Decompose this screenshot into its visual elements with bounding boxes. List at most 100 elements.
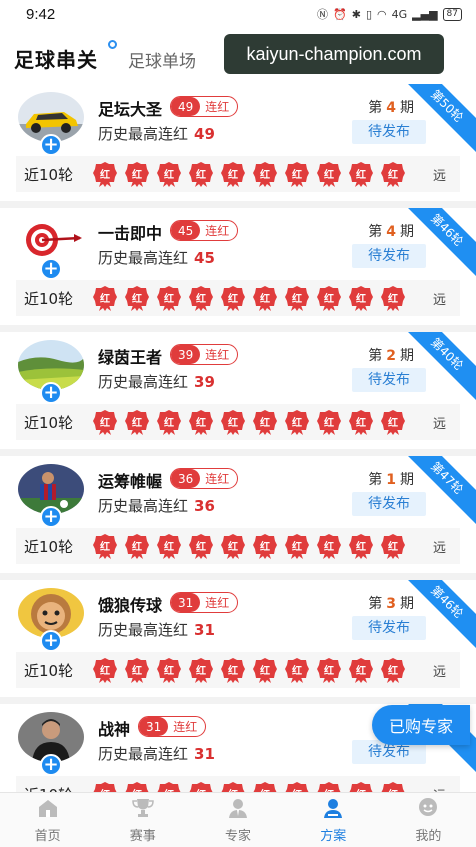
result-mark-label: 红 — [356, 418, 366, 429]
follow-button[interactable]: + — [40, 134, 62, 156]
result-mark-label: 红 — [292, 666, 302, 677]
result-mark-label: 红 — [100, 170, 110, 181]
result-mark-label: 红 — [356, 542, 366, 553]
streak-label: 连红 — [173, 720, 198, 734]
history-value: 31 — [194, 745, 215, 763]
expert-card[interactable]: + 一击即中 45 连红 历史最高连红 45 第 4 期待发布 第46轮 近10轮红红红红红红红红红… — [0, 208, 476, 325]
result-mark-label: 红 — [388, 418, 398, 429]
result-mark-label: 红 — [324, 170, 334, 181]
result-mark-label: 红 — [324, 666, 334, 677]
tab-expert[interactable]: 专家 — [190, 793, 285, 847]
result-mark-label: 红 — [132, 418, 142, 429]
result-mark: 红 — [348, 285, 374, 311]
expert-card[interactable]: + 饿狼传球 31 连红 历史最高连红 31 第 3 期待发布 第46轮 近10轮红红红红红红红红红… — [0, 580, 476, 697]
result-mark: 红 — [156, 781, 182, 792]
result-mark-label: 红 — [228, 294, 238, 305]
pending-status-button[interactable]: 待发布 — [352, 368, 426, 392]
recent-marks: 红红红红红红红红红红 — [92, 285, 406, 311]
expert-card[interactable]: + 运筹帷幄 36 连红 历史最高连红 36 第 1 期待发布 第47轮 近10轮红红红红红红红红红… — [0, 456, 476, 573]
expert-card[interactable]: + 绿茵王者 39 连红 历史最高连红 39 第 2 期待发布 第40轮 近10轮红红红红红红红红红… — [0, 332, 476, 449]
result-mark: 红 — [124, 409, 150, 435]
result-mark: 红 — [316, 161, 342, 187]
period: 第3期 — [368, 593, 414, 613]
follow-button[interactable]: + — [40, 258, 62, 280]
far-label[interactable]: 远 — [433, 785, 446, 793]
recent-marks: 红红红红红红红红红红 — [92, 533, 406, 559]
bluetooth-icon: ✱ — [351, 7, 361, 21]
far-label[interactable]: 远 — [433, 413, 446, 432]
tab-label: 方案 — [320, 828, 347, 844]
tab-single[interactable]: 足球单场 — [128, 47, 196, 72]
header: 足球串关 足球单场 kaiyun-champion.com — [0, 28, 476, 84]
result-mark: 红 — [284, 409, 310, 435]
far-label[interactable]: 远 — [433, 165, 446, 184]
result-mark-label: 红 — [164, 294, 174, 305]
result-mark: 红 — [188, 161, 214, 187]
far-label[interactable]: 远 — [433, 289, 446, 308]
pending-status-button[interactable]: 待发布 — [352, 616, 426, 640]
history-label: 历史最高连红 — [98, 497, 189, 515]
tab-parlay[interactable]: 足球串关 — [14, 44, 98, 73]
period: 第1期 — [368, 469, 414, 489]
period-suffix: 期 — [400, 472, 414, 488]
period-number: 4 — [386, 100, 396, 116]
follow-button[interactable]: + — [40, 506, 62, 528]
expert-card[interactable]: + 足坛大圣 49 连红 历史最高连红 49 第 4 期待发布 第50轮 近10轮红红红红红红红红红… — [0, 84, 476, 201]
result-mark: 红 — [252, 409, 278, 435]
result-mark: 红 — [380, 781, 406, 792]
far-label[interactable]: 远 — [433, 661, 446, 680]
follow-button[interactable]: + — [40, 754, 62, 776]
result-mark-label: 红 — [164, 418, 174, 429]
tab-trophy[interactable]: 赛事 — [95, 793, 190, 847]
pending-status-button[interactable]: 待发布 — [352, 120, 426, 144]
expert-name: 运筹帷幄 — [98, 472, 163, 491]
result-mark: 红 — [92, 161, 118, 187]
follow-button[interactable]: + — [40, 382, 62, 404]
recent-results-row: 近10轮 红 红 红 红 红 红 红 红 红 红 远 — [16, 528, 460, 564]
profile-icon — [416, 797, 440, 823]
expert-name: 战神 — [98, 720, 131, 739]
result-mark: 红 — [252, 533, 278, 559]
result-mark: 红 — [380, 409, 406, 435]
result-mark-label: 红 — [228, 542, 238, 553]
history-label: 历史最高连红 — [98, 621, 189, 639]
result-mark: 红 — [252, 657, 278, 683]
result-mark-label: 红 — [196, 170, 206, 181]
tab-profile[interactable]: 我的 — [381, 793, 476, 847]
pending-status-button[interactable]: 待发布 — [352, 492, 426, 516]
plan-icon — [321, 797, 345, 823]
streak-count: 31 — [171, 593, 201, 612]
result-mark-label: 红 — [196, 294, 206, 305]
result-mark: 红 — [284, 657, 310, 683]
result-mark: 红 — [348, 781, 374, 792]
result-mark-label: 红 — [100, 418, 110, 429]
recent-results-row: 近10轮 红 红 红 红 红 红 红 红 红 红 远 — [16, 652, 460, 688]
result-mark: 红 — [348, 657, 374, 683]
result-mark-label: 红 — [196, 666, 206, 677]
result-mark-label: 红 — [292, 170, 302, 181]
result-mark: 红 — [220, 657, 246, 683]
streak-badge: 31 连红 — [138, 716, 207, 737]
expert-name: 足坛大圣 — [98, 100, 163, 119]
alarm-icon: ⏰ — [333, 7, 347, 21]
result-mark-label: 红 — [292, 294, 302, 305]
purchased-experts-button[interactable]: 已购专家 — [372, 705, 470, 745]
tab-label: 专家 — [225, 828, 252, 844]
pending-status-button[interactable]: 待发布 — [352, 244, 426, 268]
result-mark: 红 — [156, 533, 182, 559]
period-prefix: 第 — [368, 596, 383, 612]
follow-button[interactable]: + — [40, 630, 62, 652]
tab-home[interactable]: 首页 — [0, 793, 95, 847]
expert-list[interactable]: + 足坛大圣 49 连红 历史最高连红 49 第 4 期待发布 第50轮 近10轮红红红红红红红红红… — [0, 84, 476, 792]
status-icons: Ⓝ ⏰ ✱ ▯ ◠ 4G ▂▄▆ 87 — [317, 6, 462, 22]
tab-plan[interactable]: 方案 — [286, 793, 381, 847]
result-mark-label: 红 — [356, 294, 366, 305]
expert-name: 绿茵王者 — [98, 348, 163, 367]
far-label[interactable]: 远 — [433, 537, 446, 556]
result-mark-label: 红 — [388, 666, 398, 677]
recent-marks: 红红红红红红红红红红 — [92, 161, 406, 187]
period-number: 2 — [386, 348, 396, 364]
streak-badge: 36 连红 — [170, 468, 239, 489]
recent-results-row: 近10轮 红 红 红 红 红 红 红 红 红 红 远 — [16, 404, 460, 440]
history-label: 历史最高连红 — [98, 373, 189, 391]
